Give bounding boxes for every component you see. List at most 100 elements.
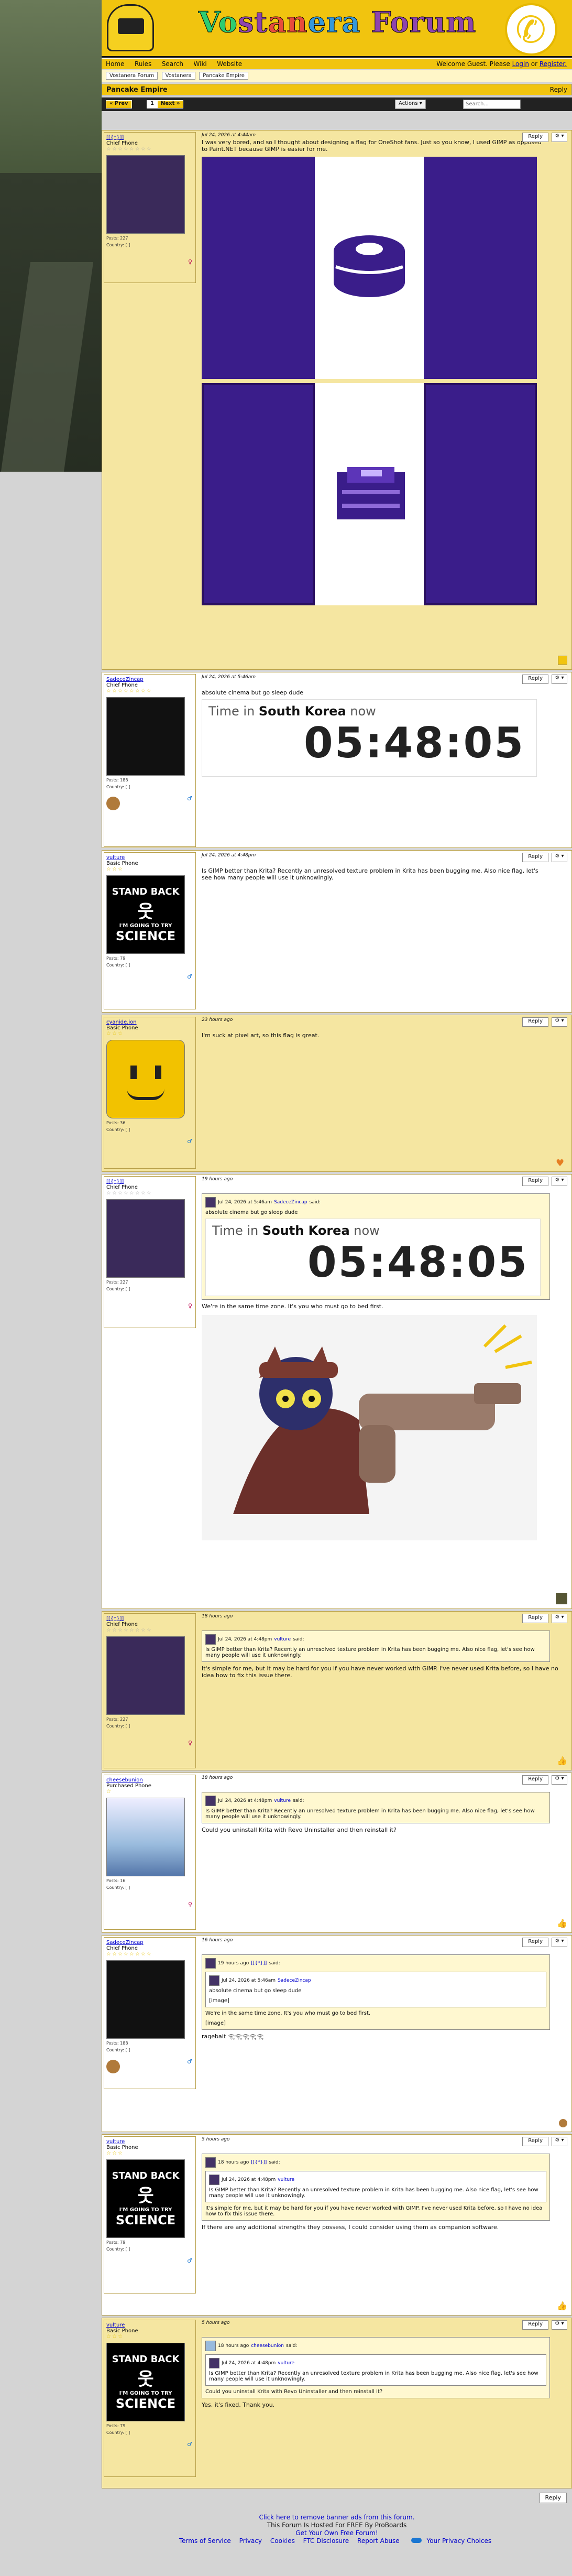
privacy-toggle-icon <box>411 2538 422 2543</box>
post-text: I was very bored, and so I thought about… <box>202 139 542 153</box>
time-widget: Time in South Korea now 05:48:05 <box>205 1219 541 1296</box>
reply-button[interactable]: Reply <box>522 675 548 684</box>
next-button[interactable]: Next » <box>157 100 184 108</box>
username-link[interactable]: [[{*}]] <box>251 1961 267 1966</box>
quote-block: Jul 24, 2026 at 4:48pm vulture said: Is … <box>202 1631 550 1662</box>
avatar <box>106 697 185 776</box>
reply-top-button[interactable]: Reply <box>550 86 567 93</box>
reply-button[interactable]: Reply <box>522 1177 548 1186</box>
thread-title: Pancake Empire <box>106 86 168 94</box>
post-text: Is GIMP better than Krita? Recently an u… <box>202 867 538 881</box>
quote-block: 18 hours ago cheesebunion said: Jul 24, … <box>202 2337 550 2398</box>
options-button[interactable]: ⚙ ▾ <box>552 133 567 142</box>
username-link[interactable]: cheesebunion <box>251 2343 284 2349</box>
forum-logo[interactable]: Vostanera Forum <box>199 5 476 39</box>
username-link[interactable]: [[{*}]] <box>106 1616 193 1622</box>
free-forum-link[interactable]: Get Your Own Free Forum! <box>295 2529 378 2537</box>
username-link[interactable]: vulture <box>106 2139 193 2145</box>
post-date: 16 hours ago <box>202 1938 233 1943</box>
post-body: Jul 24, 2026 at 4:48pm Reply ⚙ ▾ Is GIMP… <box>202 853 567 881</box>
page-number[interactable]: 1 <box>147 100 158 108</box>
nav-bar: Home Rules Search Wiki Website Welcome G… <box>102 58 572 69</box>
post: vulture Basic Phone ☆☆☆ STAND BACK 웃 I'M… <box>102 2318 572 2488</box>
post-body: 23 hours ago Reply ⚙ ▾ I'm suck at pixel… <box>202 1017 567 1039</box>
heart-reaction-icon[interactable]: ♥ <box>556 1158 567 1169</box>
reply-bottom-button[interactable]: Reply <box>539 2493 567 2503</box>
options-button[interactable]: ⚙ ▾ <box>552 2137 567 2146</box>
cookies-link[interactable]: Cookies <box>270 2537 295 2545</box>
options-button[interactable]: ⚙ ▾ <box>552 1177 567 1186</box>
options-button[interactable]: ⚙ ▾ <box>552 853 567 862</box>
username-link[interactable]: SadeceZincap <box>274 1200 307 1205</box>
username-link[interactable]: SadeceZincap <box>106 677 193 682</box>
options-button[interactable]: ⚙ ▾ <box>552 1775 567 1785</box>
reply-button[interactable]: Reply <box>522 1775 548 1785</box>
options-button[interactable]: ⚙ ▾ <box>552 1938 567 1947</box>
breadcrumb-item[interactable]: Vostanera Forum <box>106 72 158 80</box>
username-link[interactable]: vulture <box>274 1637 291 1642</box>
username-link[interactable]: cheesebunion <box>106 1777 193 1783</box>
avatar: STAND BACK 웃 I'M GOING TO TRY SCIENCE <box>106 875 185 954</box>
quote-block: Jul 24, 2026 at 4:48pm vulture said: Is … <box>202 1792 550 1823</box>
breadcrumb-item[interactable]: Pancake Empire <box>199 72 248 80</box>
reaction-icon[interactable] <box>558 656 567 665</box>
phone-icon <box>505 3 557 56</box>
nav-home[interactable]: Home <box>102 59 128 69</box>
privacy-link[interactable]: Privacy <box>239 2537 262 2545</box>
username-link[interactable]: vulture <box>278 2177 294 2182</box>
mini-profile: cheesebunion Purchased Phone ☆ Posts: 16… <box>104 1775 196 1930</box>
actions-dropdown[interactable]: Actions ▾ <box>395 100 426 109</box>
prev-button[interactable]: « Prev <box>106 100 132 108</box>
post-date: 19 hours ago <box>202 1177 233 1182</box>
thread-title-bar: Pancake Empire Reply <box>102 84 572 95</box>
login-link[interactable]: Login <box>512 60 529 68</box>
privacy-choices-link[interactable]: Your Privacy Choices <box>408 2537 495 2545</box>
reply-button[interactable]: Reply <box>522 853 548 862</box>
username-link[interactable]: [[{*}]] <box>106 135 193 140</box>
nested-quote: Jul 24, 2026 at 5:46am SadeceZincap abso… <box>205 1972 546 2007</box>
reaction-icon[interactable] <box>559 2119 567 2127</box>
reply-button[interactable]: Reply <box>522 1938 548 1947</box>
register-link[interactable]: Register. <box>540 60 567 68</box>
ftc-link[interactable]: FTC Disclosure <box>303 2537 349 2545</box>
breadcrumb-item[interactable]: Vostanera <box>161 72 195 80</box>
reply-button[interactable]: Reply <box>522 133 548 142</box>
nav-rules[interactable]: Rules <box>130 59 156 69</box>
username-link[interactable]: [[{*}]] <box>251 2160 267 2165</box>
time-widget: Time in South Korea now 05:48:05 <box>202 699 537 777</box>
reply-button[interactable]: Reply <box>522 1614 548 1623</box>
remove-ads-link[interactable]: Click here to remove banner ads from thi… <box>259 2514 415 2521</box>
thumbs-up-icon[interactable]: 👍 <box>557 2301 567 2311</box>
username-link[interactable]: [[{*}]] <box>106 1179 193 1184</box>
options-button[interactable]: ⚙ ▾ <box>552 1017 567 1027</box>
nav-website[interactable]: Website <box>213 59 246 69</box>
options-button[interactable]: ⚙ ▾ <box>552 2320 567 2330</box>
reply-button[interactable]: Reply <box>522 2320 548 2330</box>
nested-quote: Jul 24, 2026 at 4:48pm vulture Is GIMP b… <box>205 2354 546 2386</box>
username-link[interactable]: vulture <box>106 855 193 861</box>
search-input[interactable]: Search... <box>463 100 521 109</box>
reaction-avatar[interactable] <box>556 1593 567 1604</box>
reply-button[interactable]: Reply <box>522 1017 548 1027</box>
tos-link[interactable]: Terms of Service <box>179 2537 231 2545</box>
avatar: STAND BACK 웃 I'M GOING TO TRY SCIENCE <box>106 2343 185 2421</box>
username-link[interactable]: vulture <box>106 2322 193 2328</box>
options-button[interactable]: ⚙ ▾ <box>552 1614 567 1623</box>
post: SadeceZincap Chief Phone ☆☆☆☆☆☆☆☆ Posts:… <box>102 672 572 848</box>
reply-button[interactable]: Reply <box>522 2137 548 2146</box>
nav-wiki[interactable]: Wiki <box>190 59 211 69</box>
avatar <box>205 1958 216 1969</box>
username-link[interactable]: vulture <box>278 2361 294 2366</box>
thumbs-up-icon[interactable]: 👍 <box>557 1756 567 1766</box>
nav-search[interactable]: Search <box>158 59 188 69</box>
mini-profile: vulture Basic Phone ☆☆☆ STAND BACK 웃 I'M… <box>104 2320 196 2477</box>
report-abuse-link[interactable]: Report Abuse <box>357 2537 400 2545</box>
username-link[interactable]: cyanide.ion <box>106 1019 193 1025</box>
username-link[interactable]: vulture <box>274 1798 291 1803</box>
username-link[interactable]: SadeceZincap <box>106 1940 193 1945</box>
options-button[interactable]: ⚙ ▾ <box>552 675 567 684</box>
forum-header: Vostanera Forum <box>102 0 572 58</box>
thumbs-up-icon[interactable]: 👍 <box>557 1918 567 1928</box>
avatar <box>209 2175 219 2185</box>
username-link[interactable]: SadeceZincap <box>278 1978 311 1983</box>
